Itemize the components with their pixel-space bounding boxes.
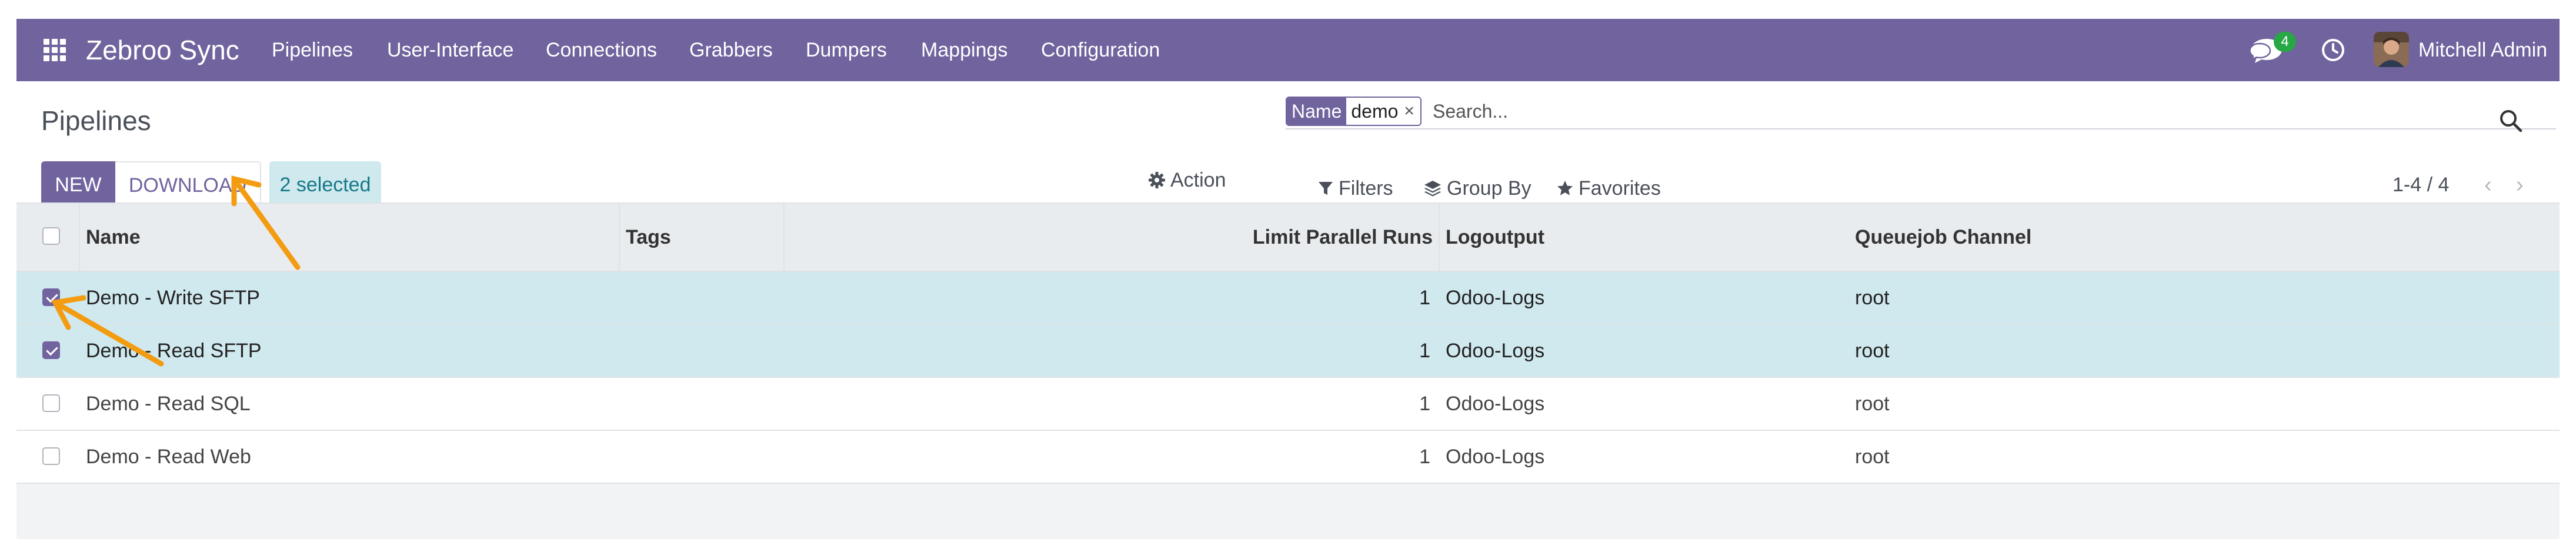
menu-item-pipelines[interactable]: Pipelines [272, 19, 353, 81]
menu-item-mappings[interactable]: Mappings [921, 19, 1007, 81]
row-checkbox[interactable] [42, 341, 60, 359]
select-all-checkbox[interactable] [42, 227, 60, 245]
row-checkbox[interactable] [42, 394, 60, 412]
action-button[interactable]: Action [1148, 157, 1226, 204]
menu-item-configuration[interactable]: Configuration [1041, 19, 1160, 81]
search-facet: Name demo × [1286, 97, 1422, 126]
cell-queuejob-channel: root [1855, 393, 1890, 415]
star-icon [1557, 181, 1573, 195]
page-title: Pipelines [41, 105, 151, 136]
row-checkbox[interactable] [42, 447, 60, 465]
apps-grid-icon[interactable] [44, 39, 66, 61]
menu-item-dumpers[interactable]: Dumpers [806, 19, 887, 81]
cell-queuejob-channel: root [1855, 287, 1890, 309]
control-panel: Pipelines Name demo × NEW DOWNLOAD 2 sel… [16, 81, 2560, 208]
table-row[interactable]: Demo - Write SFTP 1 Odoo-Logs root [16, 272, 2560, 325]
cell-name: Demo - Read SFTP [86, 340, 262, 362]
menu-item-connections[interactable]: Connections [546, 19, 657, 81]
selected-count-badge[interactable]: 2 selected [269, 161, 381, 208]
column-header-limit-parallel-runs[interactable]: Limit Parallel Runs [793, 204, 1433, 271]
cell-logoutput: Odoo-Logs [1446, 446, 1545, 468]
remove-facet-icon[interactable]: × [1403, 98, 1420, 125]
app-brand[interactable]: Zebroo Sync [86, 19, 239, 81]
column-header-name[interactable]: Name [86, 204, 141, 271]
app-window: Zebroo Sync Pipelines User-Interface Con… [16, 19, 2560, 539]
cell-limit-parallel-runs: 1 [1419, 340, 1430, 362]
cell-queuejob-channel: root [1855, 446, 1890, 468]
search-facet-value: demo [1346, 98, 1403, 125]
user-name[interactable]: Mitchell Admin [2418, 19, 2547, 81]
cell-queuejob-channel: root [1855, 340, 1890, 362]
cell-limit-parallel-runs: 1 [1419, 393, 1430, 415]
cell-name: Demo - Read SQL [86, 393, 251, 415]
download-button[interactable]: DOWNLOAD [115, 161, 261, 208]
cell-limit-parallel-runs: 1 [1419, 287, 1430, 309]
gear-icon [1149, 172, 1165, 188]
cell-logoutput: Odoo-Logs [1446, 287, 1545, 309]
cell-limit-parallel-runs: 1 [1419, 446, 1430, 468]
pager-value[interactable]: 1-4 / 4 [2393, 161, 2449, 208]
search-icon[interactable] [2498, 108, 2523, 133]
table-header: Name Tags Limit Parallel Runs Logoutput … [16, 202, 2560, 272]
top-navbar: Zebroo Sync Pipelines User-Interface Con… [16, 19, 2560, 81]
action-label: Action [1170, 169, 1226, 191]
cell-logoutput: Odoo-Logs [1446, 393, 1545, 415]
pager-previous-icon[interactable]: ‹ [2484, 161, 2492, 208]
column-header-tags[interactable]: Tags [626, 204, 671, 271]
menu-item-grabbers[interactable]: Grabbers [689, 19, 773, 81]
search-facet-label: Name [1287, 98, 1347, 125]
column-header-logoutput[interactable]: Logoutput [1446, 204, 1544, 271]
layers-icon [1424, 181, 1441, 197]
table-row[interactable]: Demo - Read SQL 1 Odoo-Logs root [16, 378, 2560, 431]
cell-logoutput: Odoo-Logs [1446, 340, 1545, 362]
menu-item-user-interface[interactable]: User-Interface [387, 19, 513, 81]
cell-name: Demo - Read Web [86, 446, 251, 468]
search-bar: Name demo × [1286, 93, 2556, 129]
filter-icon [1319, 182, 1333, 195]
chat-count-badge: 4 [2274, 32, 2296, 52]
column-header-queuejob-channel[interactable]: Queuejob Channel [1855, 204, 2031, 271]
user-avatar[interactable] [2374, 32, 2409, 67]
pager-next-icon[interactable]: › [2516, 161, 2524, 208]
search-input[interactable] [1433, 97, 2432, 126]
clock-icon[interactable] [2321, 38, 2345, 62]
row-checkbox[interactable] [42, 288, 60, 306]
table-row[interactable]: Demo - Read SFTP 1 Odoo-Logs root [16, 325, 2560, 378]
new-button[interactable]: NEW [41, 161, 115, 208]
cell-name: Demo - Write SFTP [86, 287, 260, 309]
table-row[interactable]: Demo - Read Web 1 Odoo-Logs root [16, 431, 2560, 484]
